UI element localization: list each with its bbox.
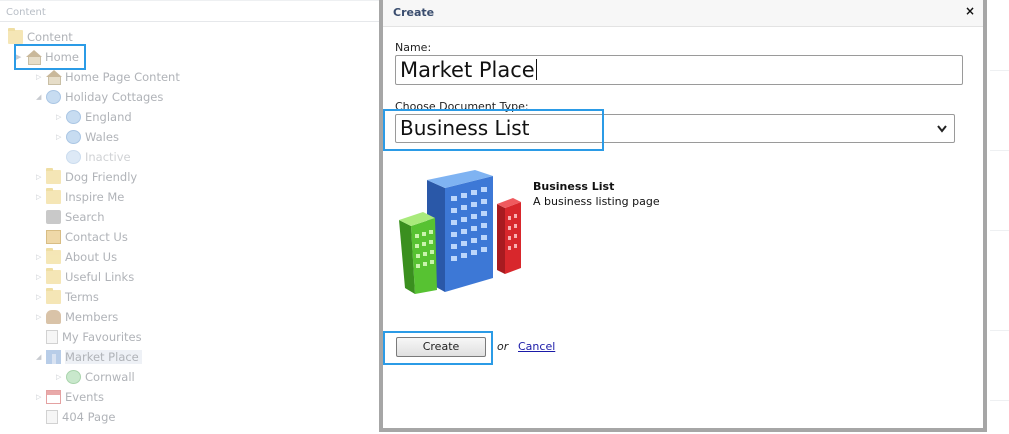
- expand-arrow-icon[interactable]: ▷: [36, 168, 46, 186]
- folder-icon: [46, 168, 61, 184]
- folder-icon: [46, 188, 61, 204]
- folder-icon: [46, 248, 61, 264]
- expand-arrow-icon[interactable]: ▷: [56, 128, 66, 146]
- name-label: Name:: [395, 41, 432, 54]
- dialog-titlebar: Create ×: [383, 0, 983, 27]
- tree-item-search[interactable]: Search: [36, 208, 105, 226]
- tree-item-market-place[interactable]: ◢ Market Place: [36, 348, 142, 366]
- expand-arrow-icon[interactable]: ▷: [56, 368, 66, 386]
- tree-item-label: Wales: [85, 130, 119, 144]
- divider: [990, 150, 1009, 151]
- folder-icon: [46, 268, 61, 284]
- tree-item-label: My Favourites: [62, 330, 142, 344]
- tree-item-inspire-me[interactable]: ▷ Inspire Me: [36, 188, 124, 206]
- expand-arrow-icon[interactable]: ▷: [36, 268, 46, 286]
- contact-icon: [46, 230, 61, 244]
- tree-item-label: Inspire Me: [65, 190, 125, 204]
- tree-item-label: Home Page Content: [65, 70, 180, 84]
- expand-arrow-icon[interactable]: ▷: [36, 248, 46, 266]
- name-field[interactable]: Market Place: [395, 55, 963, 85]
- tree-item-contact-us[interactable]: Contact Us: [36, 228, 128, 246]
- page-icon: [46, 410, 58, 424]
- tree-item-members[interactable]: ▷ Members: [36, 308, 118, 326]
- tree-item-terms[interactable]: ▷ Terms: [36, 288, 99, 306]
- create-button[interactable]: Create: [396, 337, 486, 357]
- or-text: or: [497, 340, 509, 353]
- divider: [990, 230, 1009, 231]
- text-cursor: [535, 59, 537, 80]
- document-type-title: Business List: [533, 180, 615, 193]
- chevron-down-icon: [936, 115, 948, 152]
- tree-item-label: Search: [65, 210, 105, 224]
- house-icon: [26, 50, 42, 65]
- expand-arrow-icon[interactable]: ▷: [36, 68, 46, 86]
- tree-item-label: Inactive: [85, 150, 131, 164]
- tree-item-label: Market Place: [65, 350, 142, 364]
- globe-icon: [46, 90, 61, 104]
- create-dialog: Create × Name: Market Place Choose Docum…: [379, 0, 987, 432]
- content-section-header: Content: [0, 0, 386, 22]
- tree-item-label: Dog Friendly: [65, 170, 138, 184]
- expand-arrow-icon[interactable]: ▷: [36, 188, 46, 206]
- dialog-title: Create: [393, 6, 435, 19]
- tree-item-label: Contact Us: [65, 230, 128, 244]
- tree-item-home[interactable]: ▶ Home: [16, 48, 79, 66]
- document-type-select[interactable]: Business List: [395, 114, 955, 143]
- tree-item-dog-friendly[interactable]: ▷ Dog Friendly: [36, 168, 137, 186]
- tree-item-label: Cornwall: [85, 370, 135, 384]
- folder-icon: [8, 28, 23, 44]
- divider: [990, 400, 1009, 401]
- tree-item-my-favourites[interactable]: My Favourites: [36, 328, 142, 346]
- tree-item-home-page-content[interactable]: ▷ Home Page Content: [36, 68, 180, 86]
- tree-item-content[interactable]: Content: [8, 28, 73, 46]
- folder-icon: [46, 288, 61, 304]
- tree-item-label: Events: [65, 390, 104, 404]
- tree-item-404-page[interactable]: 404 Page: [36, 408, 115, 426]
- tree-item-label: Content: [27, 30, 73, 44]
- house-icon: [46, 70, 62, 85]
- collapse-arrow-icon[interactable]: ◢: [36, 88, 46, 106]
- collapse-arrow-icon[interactable]: ◢: [36, 348, 46, 366]
- tree-item-label: Terms: [65, 290, 99, 304]
- tree-item-about-us[interactable]: ▷ About Us: [36, 248, 117, 266]
- globe-icon: [66, 370, 81, 384]
- tree-item-england[interactable]: ▷ England: [56, 108, 132, 126]
- calendar-icon: [46, 390, 61, 404]
- tree-item-label: 404 Page: [62, 410, 116, 424]
- tree-item-label: Members: [65, 310, 119, 324]
- expand-arrow-icon[interactable]: ▷: [56, 108, 66, 126]
- members-icon: [46, 310, 61, 324]
- expand-arrow-icon[interactable]: ▷: [36, 388, 46, 406]
- tree-item-events[interactable]: ▷ Events: [36, 388, 104, 406]
- close-icon[interactable]: ×: [965, 4, 975, 18]
- globe-icon: [66, 130, 81, 144]
- tree-item-label: Home: [45, 50, 79, 64]
- divider: [990, 330, 1009, 331]
- globe-icon: [66, 150, 81, 164]
- expand-arrow-icon[interactable]: ▷: [36, 308, 46, 326]
- document-type-description: A business listing page: [533, 195, 660, 208]
- tree-item-cornwall[interactable]: ▷ Cornwall: [56, 368, 135, 386]
- page-icon: [46, 330, 58, 344]
- divider: [990, 70, 1009, 71]
- tree-item-holiday-cottages[interactable]: ◢ Holiday Cottages: [36, 88, 163, 106]
- doctype-label: Choose Document Type:: [395, 100, 529, 113]
- market-icon: [46, 350, 61, 364]
- tree-item-wales[interactable]: ▷ Wales: [56, 128, 119, 146]
- tree-item-label: Useful Links: [65, 270, 135, 284]
- search-icon: [46, 210, 61, 224]
- expand-arrow-icon[interactable]: ▶: [16, 48, 26, 66]
- cancel-link[interactable]: Cancel: [518, 340, 555, 353]
- globe-icon: [66, 110, 81, 124]
- business-building-icon: [399, 170, 521, 294]
- document-type-selected-value: Business List: [400, 116, 530, 140]
- tree-item-useful-links[interactable]: ▷ Useful Links: [36, 268, 134, 286]
- tree-item-label: England: [85, 110, 132, 124]
- name-field-value: Market Place: [400, 58, 535, 82]
- tree-item-label: About Us: [65, 250, 118, 264]
- tree-item-inactive[interactable]: Inactive: [56, 148, 131, 166]
- tree-item-label: Holiday Cottages: [65, 90, 164, 104]
- expand-arrow-icon[interactable]: ▷: [36, 288, 46, 306]
